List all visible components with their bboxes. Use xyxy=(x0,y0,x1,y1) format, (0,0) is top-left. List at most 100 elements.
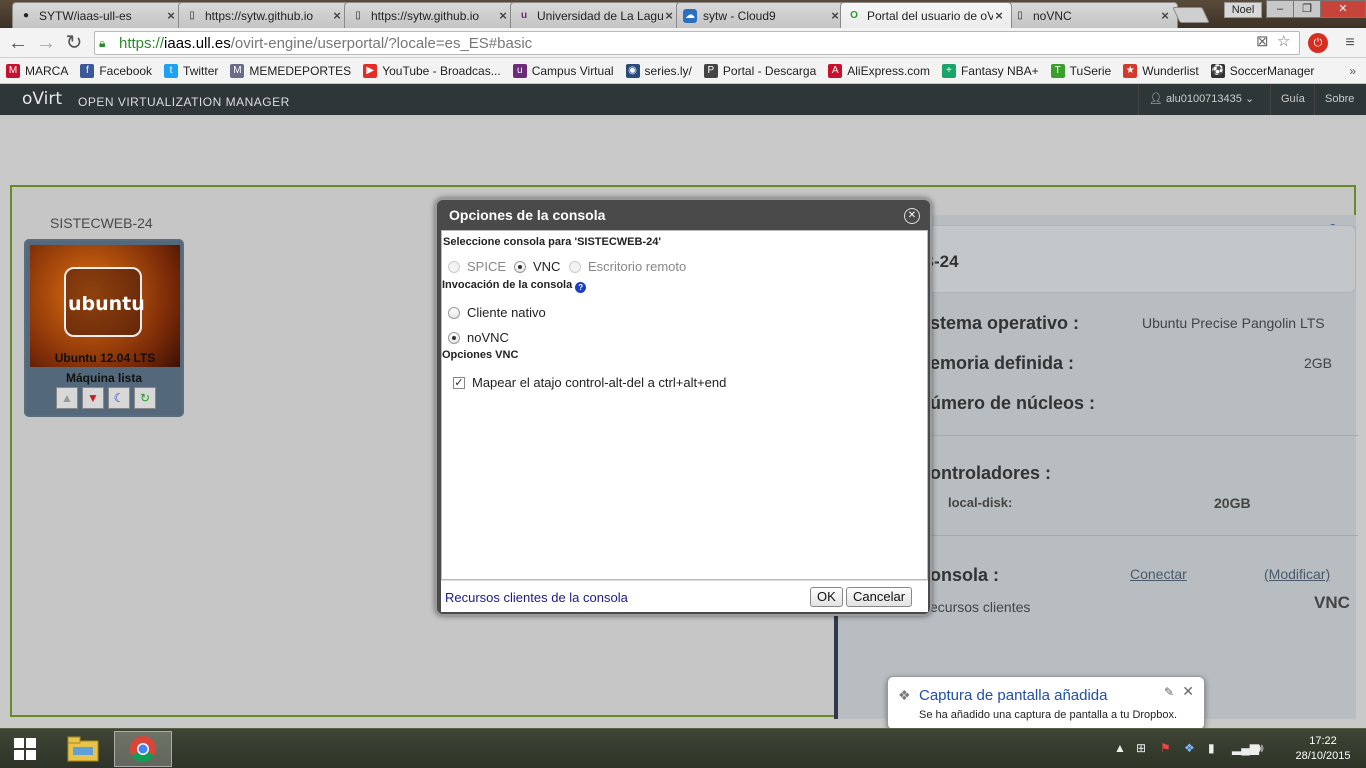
cores-label: úmero de núcleos : xyxy=(930,393,1096,413)
bookmark-item[interactable]: ★ Wunderlist xyxy=(1123,63,1199,78)
reboot-vm-button[interactable]: ↻ xyxy=(134,387,156,409)
bookmark-favicon-icon: f xyxy=(80,63,95,78)
bookmark-favicon-icon: ▶ xyxy=(363,63,378,78)
browser-tab[interactable]: u Universidad de La Laguna × xyxy=(510,2,682,28)
browser-tab[interactable]: ▯ noVNC × xyxy=(1006,2,1178,28)
memory-value: 2GB xyxy=(1304,355,1333,371)
bookmark-item[interactable]: A AliExpress.com xyxy=(828,63,930,78)
bookmark-item[interactable]: M MARCA xyxy=(6,63,68,78)
new-tab-button[interactable] xyxy=(1172,7,1210,23)
browser-tab[interactable]: ▯ https://sytw.github.io × xyxy=(344,2,516,28)
address-bar[interactable]: 🔒︎ https:// iaas.ull.es /ovirt-engine/us… xyxy=(94,31,1300,55)
minimize-window-icon[interactable]: – xyxy=(1266,0,1294,18)
url-host: iaas.ull.es xyxy=(164,34,231,52)
vm-os-label: Ubuntu 12.04 LTS xyxy=(54,351,156,365)
protocol-vnc[interactable]: VNC xyxy=(514,259,560,274)
ctrl-alt-del-label: Mapear el atajo control-alt-del a ctrl+a… xyxy=(472,375,727,390)
guide-link[interactable]: Guía xyxy=(1270,84,1315,115)
browser-tab[interactable]: ● SYTW/iaas-ull-es × xyxy=(12,2,184,28)
cancel-button[interactable]: Cancelar xyxy=(846,587,913,607)
browser-tab[interactable]: ▯ https://sytw.github.io × xyxy=(178,2,350,28)
bookmark-item[interactable]: t Twitter xyxy=(164,63,218,78)
blocked-popup-icon[interactable]: ⊠ xyxy=(1256,32,1269,50)
connect-link[interactable]: Conectar xyxy=(1130,566,1187,582)
windows-start-icon[interactable] xyxy=(0,731,50,767)
user-menu[interactable]: 👤︎ alu0100713435 ⌄ xyxy=(1138,84,1268,115)
chrome-taskbar-icon[interactable] xyxy=(114,731,172,767)
bookmarks-overflow-icon[interactable]: » xyxy=(1349,64,1356,78)
bookmark-item[interactable]: + Fantasy NBA+ xyxy=(941,63,1039,78)
reload-icon[interactable]: ↻ xyxy=(62,32,86,54)
power-icon[interactable]: ▮ xyxy=(1208,741,1215,755)
close-tab-icon[interactable]: × xyxy=(993,8,1005,23)
menu-icon[interactable]: ≡ xyxy=(1340,33,1360,53)
bookmark-item[interactable]: M MEMEDEPORTES xyxy=(230,63,351,78)
bookmark-favicon-icon: u xyxy=(512,63,527,78)
close-tab-icon[interactable]: × xyxy=(331,8,343,23)
ctrl-alt-del-option[interactable]: ✓ Mapear el atajo control-alt-del a ctrl… xyxy=(453,375,726,390)
action-center-icon[interactable]: ⚑ xyxy=(1160,741,1171,755)
close-tab-icon[interactable]: × xyxy=(497,8,509,23)
tab-title: Portal del usuario de oVirt xyxy=(867,8,993,23)
radio-button[interactable] xyxy=(569,260,581,273)
dropbox-notification[interactable]: ❖ Captura de pantalla añadida Se ha añad… xyxy=(887,676,1205,730)
disk-size: 20GB xyxy=(1214,495,1251,511)
console-client-resources-link[interactable]: Recursos clientes de la consola xyxy=(445,590,628,605)
shutdown-vm-button[interactable]: ▼ xyxy=(82,387,104,409)
close-icon[interactable]: ✕ xyxy=(904,208,920,224)
invocation-label: Invocación de la consola? xyxy=(442,279,587,293)
close-tab-icon[interactable]: × xyxy=(165,8,177,23)
bookmark-favicon-icon: ◉ xyxy=(625,63,640,78)
bookmark-item[interactable]: P Portal - Descarga xyxy=(703,63,816,78)
divider xyxy=(930,535,1358,536)
volume-icon[interactable]: 🔊︎ xyxy=(1256,741,1264,756)
dropbox-tray-icon[interactable]: ❖ xyxy=(1184,741,1195,755)
forward-arrow-icon[interactable]: → xyxy=(34,32,58,54)
bookmark-item[interactable]: T TuSerie xyxy=(1050,63,1111,78)
radio-button[interactable] xyxy=(448,306,460,319)
windows-flag-icon[interactable]: ⊞ xyxy=(1136,741,1146,755)
radio-button[interactable] xyxy=(514,260,526,273)
file-explorer-icon[interactable] xyxy=(56,731,110,767)
tray-expand-icon[interactable]: ▲ xyxy=(1114,741,1126,755)
invocation-native-client[interactable]: Cliente nativo xyxy=(448,305,546,320)
bookmarks-bar: M MARCA f Facebook t Twitter M MEMEDEPORTES ▶ You… xyxy=(0,58,1366,84)
bookmark-favicon-icon: ⚽ xyxy=(1210,63,1225,78)
about-link[interactable]: Sobre xyxy=(1314,84,1364,115)
bookmark-star-icon[interactable]: ☆ xyxy=(1277,32,1290,50)
back-arrow-icon[interactable]: ← xyxy=(6,32,30,54)
invocation-novnc[interactable]: noVNC xyxy=(448,330,509,345)
close-tab-icon[interactable]: × xyxy=(1159,8,1171,23)
radio-button[interactable] xyxy=(448,260,460,273)
pin-icon[interactable]: ✎ xyxy=(1164,685,1174,699)
modify-link[interactable]: (Modificar) xyxy=(1264,566,1330,582)
checkbox[interactable]: ✓ xyxy=(453,376,465,389)
bookmark-item[interactable]: ⚽ SoccerManager xyxy=(1210,63,1314,78)
bookmark-favicon-icon: M xyxy=(230,63,245,78)
browser-user-badge[interactable]: Noel xyxy=(1224,2,1262,18)
protocol-label: VNC xyxy=(533,259,561,274)
bookmark-item[interactable]: f Facebook xyxy=(80,63,152,78)
radio-button[interactable] xyxy=(448,331,460,344)
bookmark-label: Wunderlist xyxy=(1142,63,1199,78)
browser-tab-active[interactable]: O Portal del usuario de oVirt × xyxy=(840,2,1012,28)
vm-card[interactable]: ubuntu Ubuntu 12.04 LTS Máquina lista ▲ … xyxy=(24,239,184,417)
close-tab-icon[interactable]: × xyxy=(663,8,675,23)
product-name: OPEN VIRTUALIZATION MANAGER xyxy=(78,95,290,109)
protocol-spice[interactable]: SPICE xyxy=(448,259,506,274)
bookmark-item[interactable]: ▶ YouTube - Broadcas... xyxy=(363,63,501,78)
suspend-vm-button[interactable]: ☾ xyxy=(108,387,130,409)
bookmark-item[interactable]: ◉ series.ly/ xyxy=(625,63,692,78)
browser-tab[interactable]: ☁ sytw - Cloud9 × xyxy=(676,2,848,28)
protocol-remote-desktop[interactable]: Escritorio remoto xyxy=(569,259,686,274)
extension-icon[interactable]: ⏻ xyxy=(1308,33,1328,53)
bookmark-item[interactable]: u Campus Virtual xyxy=(512,63,614,78)
restore-window-icon[interactable]: ❐ xyxy=(1293,0,1321,18)
ok-button[interactable]: OK xyxy=(810,587,843,607)
run-vm-button[interactable]: ▲ xyxy=(56,387,78,409)
help-icon[interactable]: ? xyxy=(575,282,587,293)
close-icon[interactable]: ✕ xyxy=(1182,683,1194,700)
system-clock[interactable]: 17:22 28/10/2015 xyxy=(1290,734,1356,764)
network-icon[interactable]: ▂▄▆ xyxy=(1232,741,1259,755)
close-window-icon[interactable]: ✕ xyxy=(1320,0,1366,18)
